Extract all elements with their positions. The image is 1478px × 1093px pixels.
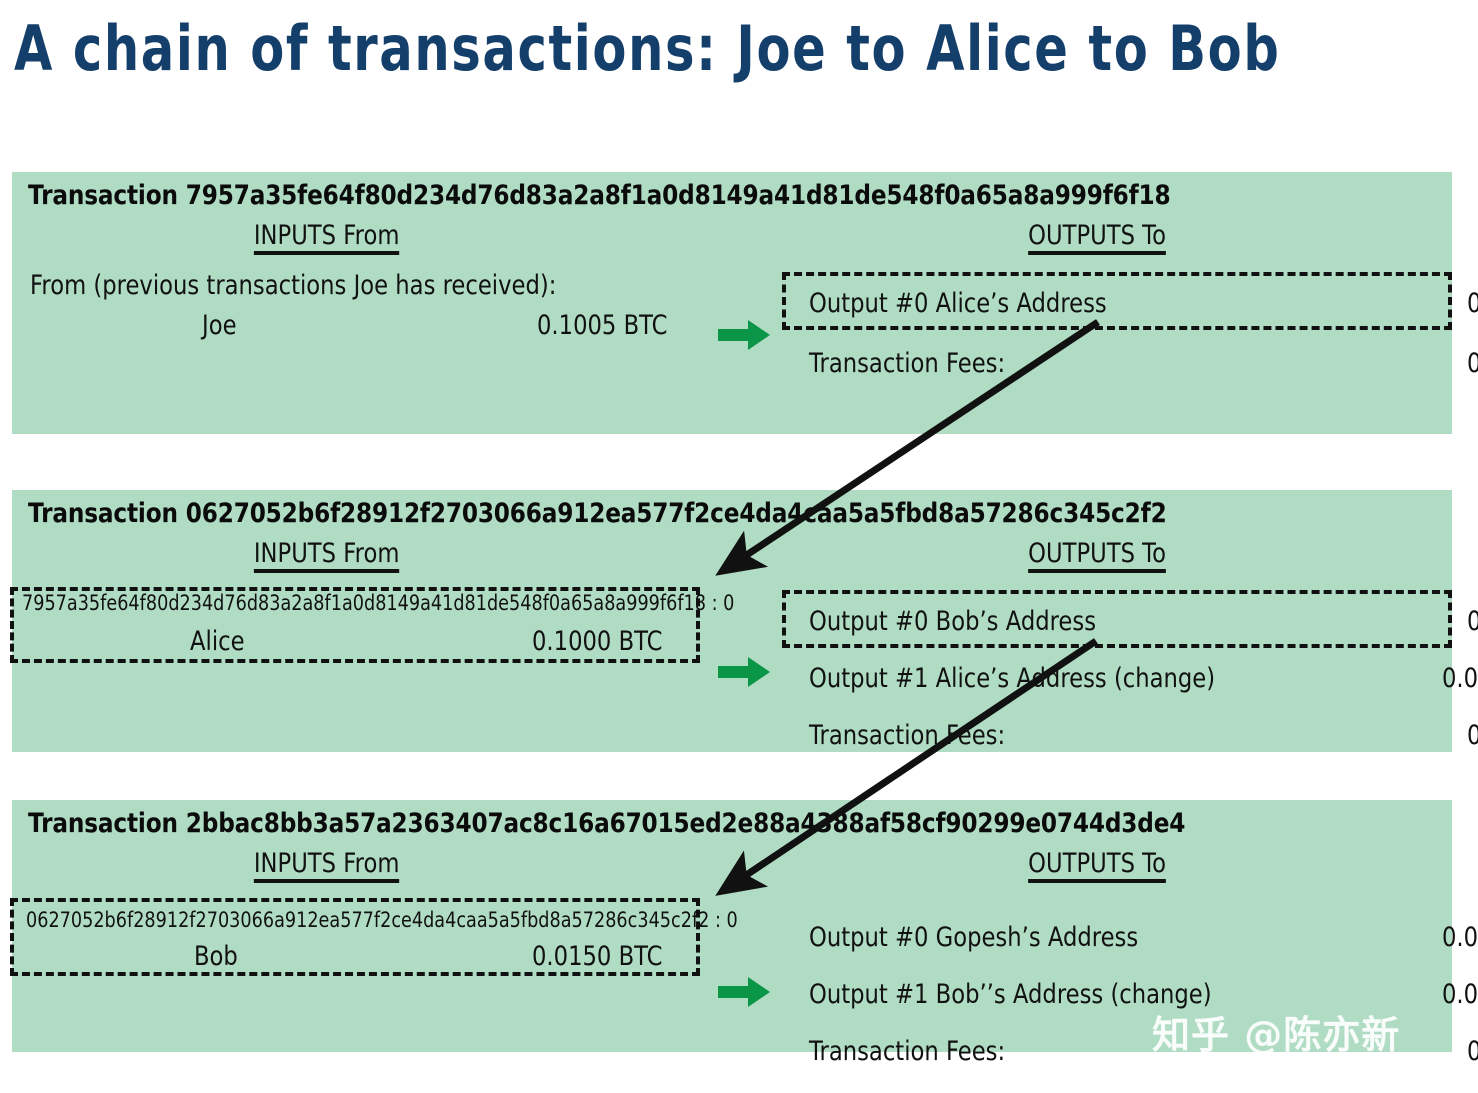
output-amount-2-0: 0.0100 BTC <box>1442 922 1478 953</box>
fees-label-2: Transaction Fees: <box>809 1036 1006 1067</box>
outputs-heading-1: OUTPUTS To <box>1028 540 1167 573</box>
input-ref-1: 7957a35fe64f80d234d76d83a2a8f1a0d8149a41… <box>22 591 735 615</box>
output-amount-2-1: 0.0845 BTC <box>1442 979 1478 1010</box>
fees-label-1: Transaction Fees: <box>809 720 1006 751</box>
transaction-panel-0: Transaction 7957a35fe64f80d234d76d83a2a8… <box>12 172 1478 434</box>
transaction-title-0: Transaction 7957a35fe64f80d234d76d83a2a8… <box>28 180 1171 211</box>
input-amount-1: 0.1000 BTC <box>532 626 663 657</box>
inputs-heading-0: INPUTS From <box>253 222 400 255</box>
fees-amount-0: 0.0005 BTC <box>1467 350 1478 377</box>
outputs-heading-2: OUTPUTS To <box>1028 850 1167 883</box>
output-label-1-0: Output #0 Bob’s Address <box>809 606 1097 637</box>
transaction-title-1: Transaction 0627052b6f28912f2703066a912e… <box>28 498 1167 529</box>
fees-amount-2: 0.0005 BTC <box>1467 1038 1478 1065</box>
output-label-0-0: Output #0 Alice’s Address <box>809 288 1107 319</box>
fees-label-0: Transaction Fees: <box>809 348 1006 379</box>
fees-amount-1: 0.0005 BTC <box>1467 722 1478 749</box>
watermark-csdn: https://blog.csdn.net/qq_34107425 <box>1224 1064 1478 1086</box>
watermark-zhihu: 知乎 @陈亦新 <box>1152 1013 1401 1057</box>
inputs-heading-1: INPUTS From <box>253 540 400 573</box>
output-amount-1-1: 0.0845 BTC <box>1442 663 1478 694</box>
green-arrow-icon-2 <box>718 977 770 1007</box>
output-label-2-0: Output #0 Gopesh’s Address <box>809 922 1139 953</box>
transaction-panel-1: Transaction 0627052b6f28912f2703066a912e… <box>12 490 1478 752</box>
output-amount-0-0: 0.1000 BTC <box>1467 290 1478 317</box>
output-amount-1-0: 0.0150 BTC <box>1467 608 1478 635</box>
input-ref-2: 0627052b6f28912f2703066a912ea577f2ce4da4… <box>26 908 738 932</box>
green-arrow-icon-0 <box>718 320 770 350</box>
input-name-0: Joe <box>202 310 237 341</box>
input-name-1: Alice <box>190 626 245 657</box>
input-amount-2: 0.0150 BTC <box>532 941 663 972</box>
inputs-heading-2: INPUTS From <box>253 850 400 883</box>
outputs-heading-0: OUTPUTS To <box>1028 222 1167 255</box>
input-amount-0: 0.1005 BTC <box>537 310 668 341</box>
transaction-title-2: Transaction 2bbac8bb3a57a2363407ac8c16a6… <box>28 808 1186 839</box>
input-name-2: Bob <box>194 941 238 972</box>
green-arrow-icon-1 <box>718 657 770 687</box>
output-label-1-1: Output #1 Alice’s Address (change) <box>809 663 1216 694</box>
input-note-0: From (previous transactions Joe has rece… <box>30 270 557 301</box>
page-title: A chain of transactions: Joe to Alice to… <box>14 12 1281 85</box>
